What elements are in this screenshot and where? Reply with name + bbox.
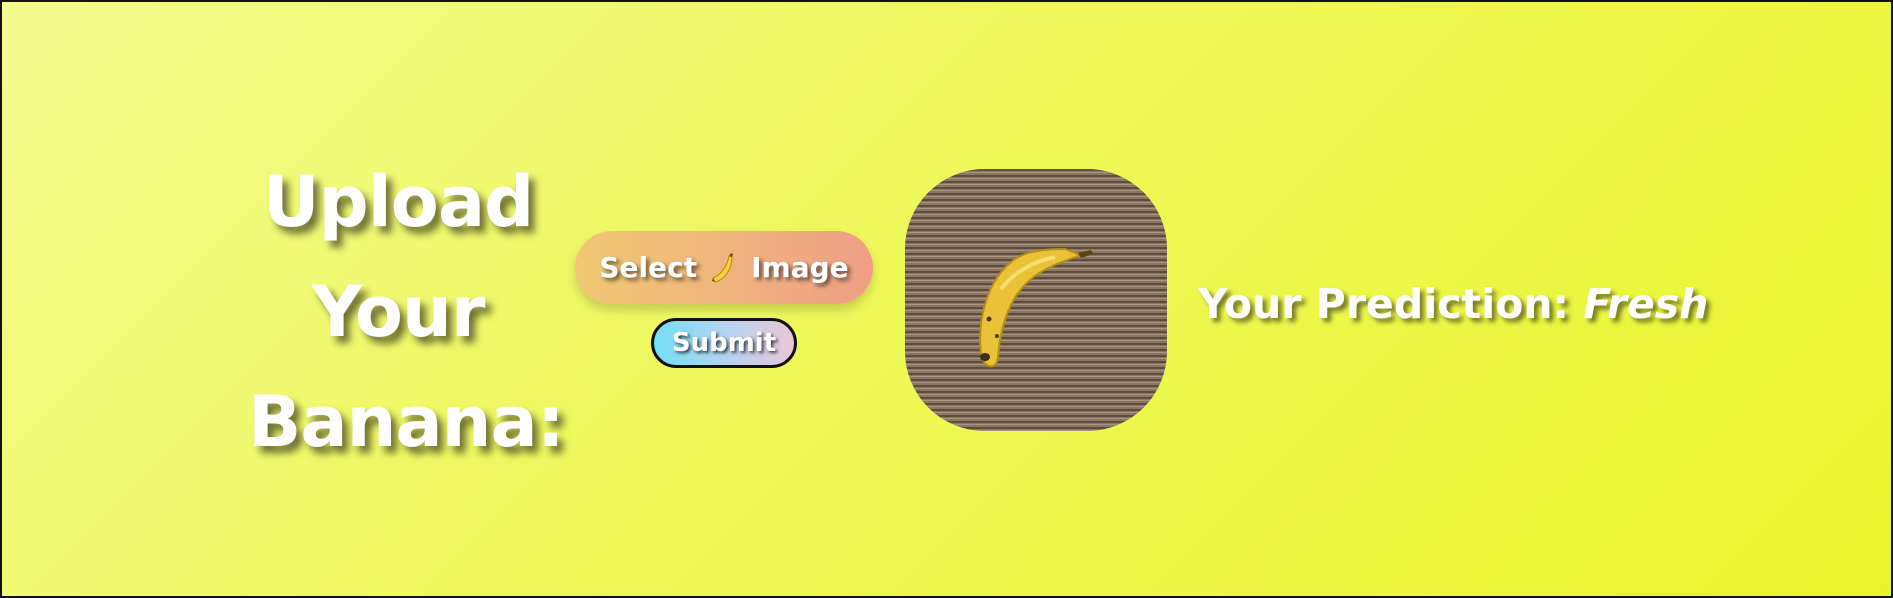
heading-line-3: Banana: bbox=[248, 381, 565, 463]
select-label: Select bbox=[599, 251, 698, 284]
submit-button[interactable]: Submit bbox=[651, 318, 797, 368]
select-image-button[interactable]: Select Image bbox=[575, 231, 873, 304]
page-root: Upload Your Banana: Select Image Submit bbox=[0, 0, 1893, 598]
prediction-value: Fresh bbox=[1583, 280, 1709, 328]
prediction-label: Your Prediction: bbox=[1198, 280, 1569, 328]
banana-icon bbox=[709, 252, 739, 284]
banana-photo bbox=[905, 169, 1167, 431]
prediction-text: Your Prediction: Fresh bbox=[1198, 280, 1708, 328]
heading-line-2: Your bbox=[311, 271, 486, 353]
upload-heading: Upload Your Banana: bbox=[238, 147, 565, 477]
heading-line-1: Upload bbox=[262, 161, 534, 243]
image-label: Image bbox=[751, 251, 849, 284]
